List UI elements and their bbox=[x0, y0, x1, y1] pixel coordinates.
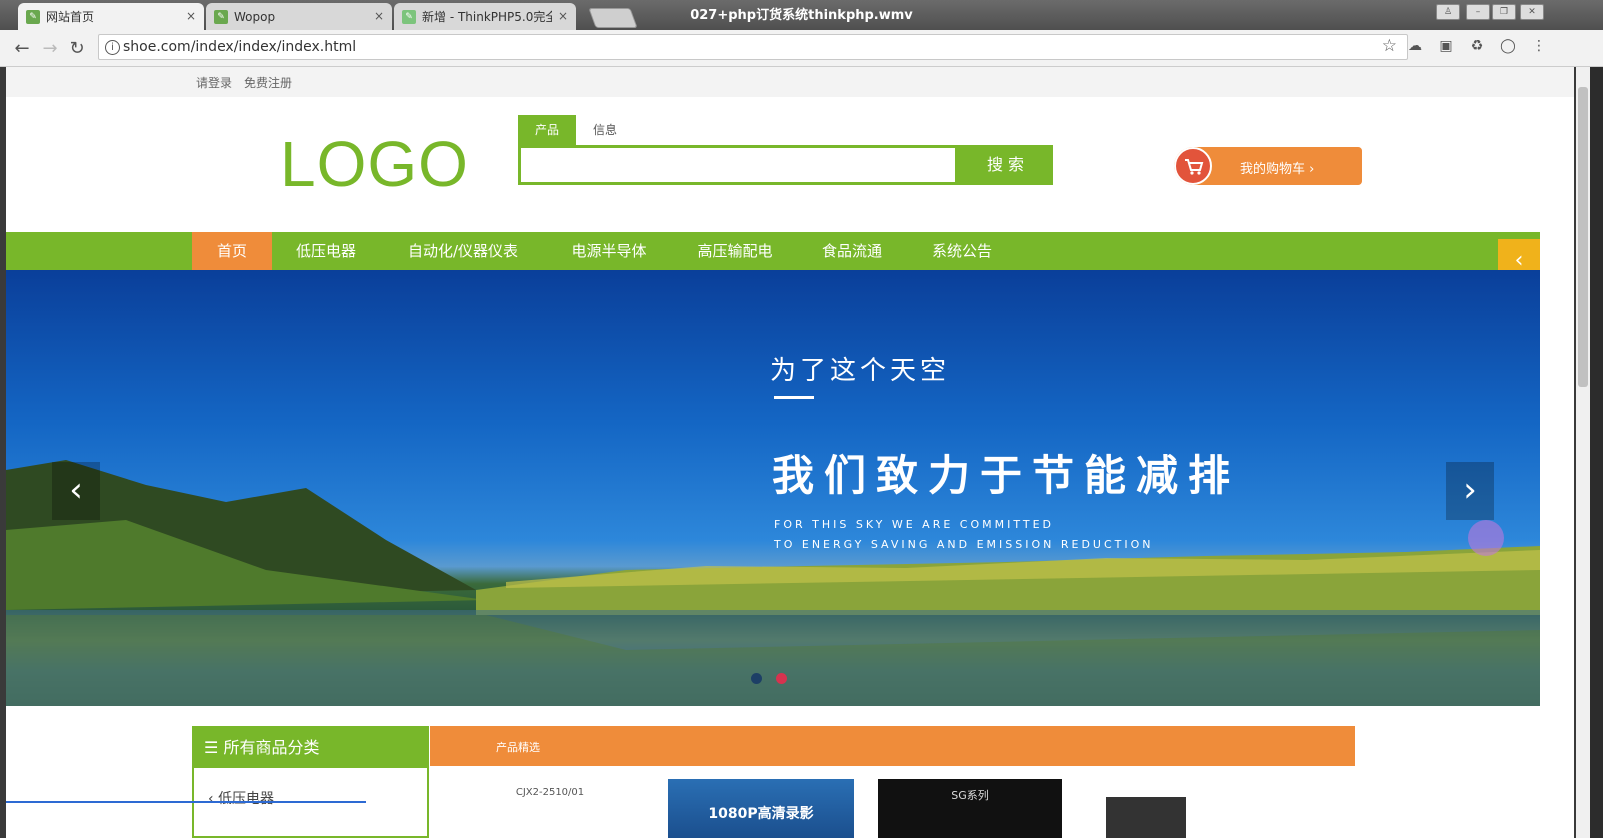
browser-toolbar: ← → ↻ i shoe.com/index/index/index.html … bbox=[0, 30, 1603, 67]
video-progress-bar bbox=[6, 801, 366, 803]
window-title-bar: ✎ 网站首页 × ✎ Wopop × ✎ 新增 - ThinkPHP5.0完全 … bbox=[0, 0, 1603, 30]
reload-icon[interactable]: ↻ bbox=[67, 38, 87, 59]
login-link[interactable]: 请登录 bbox=[196, 74, 232, 91]
profile-icon[interactable]: ♙ bbox=[1436, 4, 1460, 20]
category-item-label: 低压电器 bbox=[218, 791, 275, 807]
banner-subtitle-line2: TO ENERGY SAVING AND EMISSION REDUCTION bbox=[774, 538, 1154, 551]
search-input[interactable] bbox=[518, 145, 958, 185]
window-title: 027+php订货系统thinkphp.wmv bbox=[690, 8, 913, 23]
nav-item-home[interactable]: 首页 bbox=[192, 232, 272, 270]
nav-item-automation[interactable]: 自动化/仪器仪表 bbox=[396, 232, 530, 270]
product-thumb[interactable] bbox=[1106, 797, 1186, 838]
search-tab-product[interactable]: 产品 bbox=[518, 115, 576, 145]
banner-subtitle-line1: FOR THIS SKY WE ARE COMMITTED bbox=[774, 518, 1055, 531]
category-item[interactable]: ‹ 低压电器 bbox=[208, 788, 274, 808]
carousel-dot-2[interactable] bbox=[776, 673, 787, 684]
banner-heading-large: 我们致力于节能减排 bbox=[772, 451, 1241, 500]
minimize-icon[interactable]: – bbox=[1466, 4, 1490, 20]
close-window-icon[interactable]: ✕ bbox=[1520, 4, 1544, 20]
product-thumb[interactable]: 1080P高清录影 bbox=[668, 779, 854, 838]
scroll-thumb[interactable] bbox=[1578, 87, 1588, 387]
cart-label: 我的购物车 › bbox=[1240, 162, 1315, 177]
site-topbar: 请登录 免费注册 bbox=[6, 67, 1574, 97]
product-thumb-label: SG系列 bbox=[951, 789, 989, 802]
nav-item-food[interactable]: 食品流通 bbox=[812, 232, 892, 270]
site-logo[interactable]: LOGO bbox=[280, 127, 469, 201]
extension-circle-icon[interactable]: ◯ bbox=[1499, 38, 1517, 56]
nav-item-low-voltage[interactable]: 低压电器 bbox=[284, 232, 368, 270]
carousel-prev-icon[interactable]: ‹ bbox=[52, 462, 100, 520]
product-thumb[interactable]: SG系列 bbox=[878, 779, 1062, 838]
menu-list-icon: ☰ bbox=[204, 738, 224, 757]
category-title: 所有商品分类 bbox=[223, 738, 320, 757]
nav-item-announcement[interactable]: 系统公告 bbox=[922, 232, 1002, 270]
forward-icon[interactable]: → bbox=[40, 38, 60, 59]
main-nav: 首页 低压电器 自动化/仪器仪表 电源半导体 高压输配电 食品流通 系统公告 bbox=[6, 232, 1540, 270]
category-panel: ☰ 所有商品分类 ‹ 低压电器 bbox=[192, 726, 429, 838]
page-viewport: 请登录 免费注册 LOGO 产品 信息 搜 索 我的购物车 › 首页 低压电器 … bbox=[6, 67, 1574, 838]
back-icon[interactable]: ← bbox=[12, 38, 32, 59]
mouse-cursor-icon bbox=[1468, 520, 1504, 556]
restore-icon[interactable]: ❐ bbox=[1492, 4, 1516, 20]
player-edge bbox=[1590, 67, 1603, 838]
nav-item-high-voltage[interactable]: 高压输配电 bbox=[686, 232, 784, 270]
extension-cloud-icon[interactable]: ☁ bbox=[1406, 38, 1424, 56]
carousel-dot-1[interactable] bbox=[751, 673, 762, 684]
address-bar[interactable]: i shoe.com/index/index/index.html ☆ bbox=[98, 34, 1408, 60]
extension-recycle-icon[interactable]: ♻ bbox=[1468, 38, 1486, 56]
extension-incognito-icon[interactable]: ▣ bbox=[1437, 38, 1455, 56]
products-title: 产品精选 bbox=[496, 741, 540, 754]
product-thumb-label: 1080P高清录影 bbox=[708, 806, 814, 822]
bookmark-star-icon[interactable]: ☆ bbox=[1382, 36, 1397, 56]
product-thumb-label: CJX2-2510/01 bbox=[515, 787, 585, 798]
nav-item-power-semiconductor[interactable]: 电源半导体 bbox=[560, 232, 658, 270]
url-text: shoe.com/index/index/index.html bbox=[123, 39, 357, 55]
products-header: 产品精选 bbox=[430, 726, 1355, 766]
search-tab-info[interactable]: 信息 bbox=[590, 115, 620, 145]
menu-icon[interactable]: ⋮ bbox=[1530, 38, 1548, 56]
register-link[interactable]: 免费注册 bbox=[244, 74, 292, 91]
banner-divider bbox=[774, 396, 814, 399]
product-thumb[interactable]: CJX2-2510/01 bbox=[500, 779, 600, 838]
banner-heading-small: 为了这个天空 bbox=[770, 356, 951, 386]
carousel-next-icon[interactable]: › bbox=[1446, 462, 1494, 520]
cart-button[interactable]: 我的购物车 › bbox=[1174, 147, 1362, 185]
category-header: ☰ 所有商品分类 bbox=[194, 728, 427, 768]
hero-banner: 为了这个天空 我们致力于节能减排 FOR THIS SKY WE ARE COM… bbox=[6, 270, 1540, 706]
search-button[interactable]: 搜 索 bbox=[958, 145, 1053, 185]
site-info-icon[interactable]: i bbox=[105, 40, 120, 55]
cart-icon bbox=[1174, 147, 1212, 185]
page-scrollbar[interactable] bbox=[1576, 67, 1590, 838]
